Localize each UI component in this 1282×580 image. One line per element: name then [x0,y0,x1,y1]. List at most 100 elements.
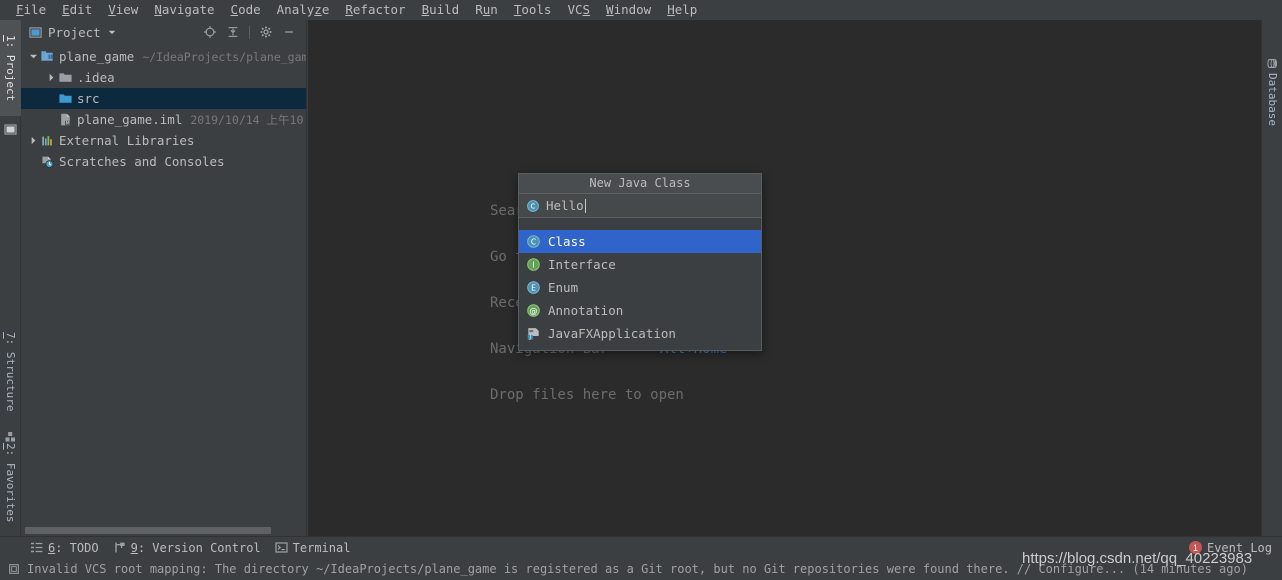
tree-row[interactable]: .idea [21,67,306,88]
class-kind-item-class[interactable]: C Class [519,230,761,253]
tree-row-label: plane_game [59,49,135,64]
class-kind-label: Class [548,234,586,249]
class-kind-item-enum[interactable]: E Enum [519,276,761,299]
menu-item-navigate[interactable]: Navigate [146,0,222,20]
event-log-label: Event Log [1206,540,1272,555]
tree-row[interactable]: src [21,88,306,109]
svg-text:I: I [532,260,534,269]
database-icon [1267,59,1278,68]
svg-text:M: M [66,121,70,127]
javafx-icon: J [527,328,539,341]
menu-item-analyze[interactable]: Analyze [269,0,338,20]
locate-target-icon[interactable] [203,25,217,39]
svg-text:J: J [529,335,531,341]
tree-row[interactable]: plane_game ~/IdeaProjects/plane_game [21,46,306,67]
todo-icon [31,542,43,553]
bottom-tool-bar: 6: TODO 9: Version Control Terminal 1 Event … [0,536,1282,558]
project-panel-title: Project [48,24,101,40]
tree-expander-placeholder [27,151,40,172]
menu-bar: File Edit View Navigate Code Analyze Refactor B… [0,0,1282,20]
collapse-all-icon[interactable] [226,25,240,39]
menu-item-view[interactable]: View [100,0,146,20]
interface-icon: I [527,258,540,271]
source-folder-icon [59,94,72,103]
project-icon [4,120,17,135]
iml-file-icon: M [61,113,71,127]
annotation-icon: @ [527,304,540,317]
bottom-tool-button-versioncontrol[interactable]: 9: Version Control [113,541,261,555]
event-log-badge: 1 [1188,541,1202,554]
tool-window-button-database[interactable]: Database [1262,50,1282,134]
class-icon: C [527,199,539,212]
tree-row[interactable]: Scratches and Consoles [21,151,306,172]
toolbar-separator [249,25,250,39]
text-caret [584,198,586,213]
tool-window-label-favorites: 2: Favorites [4,443,17,523]
chevron-down-icon[interactable] [27,46,40,67]
info-icon [9,564,19,574]
menu-item-build[interactable]: Build [414,0,468,20]
project-panel-toolbar [203,25,300,39]
class-kind-item-annotation[interactable]: @ Annotation [519,299,761,322]
menu-item-tools[interactable]: Tools [506,0,560,20]
tree-row-label: External Libraries [59,133,195,148]
class-kind-label: JavaFXApplication [548,326,676,341]
idea-window: File Edit View Navigate Code Analyze Refactor B… [0,0,1282,580]
class-kind-list[interactable]: C Class I Interface E Enum @ Annotation J JavaFXA… [519,230,761,345]
project-panel-header: Project [21,20,306,44]
tree-expander-placeholder [45,109,58,130]
svg-text:C: C [531,237,536,246]
tree-row[interactable]: Mplane_game.iml 2019/10/14 上午10 [21,109,306,130]
tool-window-button-favorites[interactable]: 2: Favorites [0,433,21,533]
event-log-button[interactable]: 1 Event Log [1188,540,1272,555]
project-tree-horizontal-scrollbar[interactable] [21,525,306,536]
chevron-right-icon[interactable] [45,67,58,88]
module-icon [41,51,53,61]
class-name-value: Hello [546,198,584,213]
svg-text:@: @ [530,307,538,316]
class-kind-label: Enum [548,280,579,295]
menu-item-edit[interactable]: Edit [54,0,100,20]
chevron-right-icon[interactable] [27,130,40,151]
chevron-down-icon[interactable] [107,27,117,37]
tool-window-button-project[interactable]: 1: Project [0,20,21,116]
folder-icon [59,73,72,82]
class-name-input[interactable]: C Hello [519,193,761,218]
class-icon: C [527,235,540,248]
menu-item-window[interactable]: Window [598,0,659,20]
tree-expander-placeholder [45,88,58,109]
tree-row-detail: 2019/10/14 上午10 [190,112,304,127]
menu-item-refactor[interactable]: Refactor [337,0,413,20]
gear-icon[interactable] [259,25,273,39]
project-tree[interactable]: plane_game ~/IdeaProjects/plane_game .idea… [21,44,306,536]
minimize-icon[interactable] [282,25,296,39]
bottom-tool-button-todo[interactable]: 6: TODO [30,541,99,555]
bottom-tool-label: 6: TODO [48,540,99,555]
tool-window-label-project: 1: Project [4,34,17,102]
class-kind-item-interface[interactable]: I Interface [519,253,761,276]
svg-text:C: C [531,202,536,210]
class-kind-label: Interface [548,257,616,272]
menu-item-file[interactable]: File [8,0,54,20]
menu-item-run[interactable]: Run [467,0,506,20]
tree-row[interactable]: External Libraries [21,130,306,151]
tree-row-detail: ~/IdeaProjects/plane_game [142,49,306,64]
terminal-icon [275,542,288,553]
tool-window-label-structure: 7: Structure [4,332,17,412]
tool-window-button-structure[interactable]: 7: Structure [0,320,21,424]
editor-empty-area[interactable]: Search EverywhereDouble ShiftGo to FileC… [308,20,1261,536]
tree-row-label: src [77,91,100,106]
popup-title: New Java Class [519,174,761,193]
scrollbar-thumb[interactable] [25,527,271,534]
menu-item-help[interactable]: Help [659,0,705,20]
menu-item-vcs[interactable]: VCS [559,0,598,20]
editor-hint: Drop files here to open [490,387,684,403]
bottom-tool-label: 9: Version Control [130,540,261,555]
bottom-tool-button-terminal[interactable]: Terminal [275,541,350,555]
tree-row-label: Scratches and Consoles [59,154,225,169]
vcs-icon [114,542,125,553]
class-kind-item-javafxapplication[interactable]: J JavaFXApplication [519,322,761,345]
scratches-icon [42,156,54,168]
enum-icon: E [527,281,540,294]
menu-item-code[interactable]: Code [223,0,269,20]
